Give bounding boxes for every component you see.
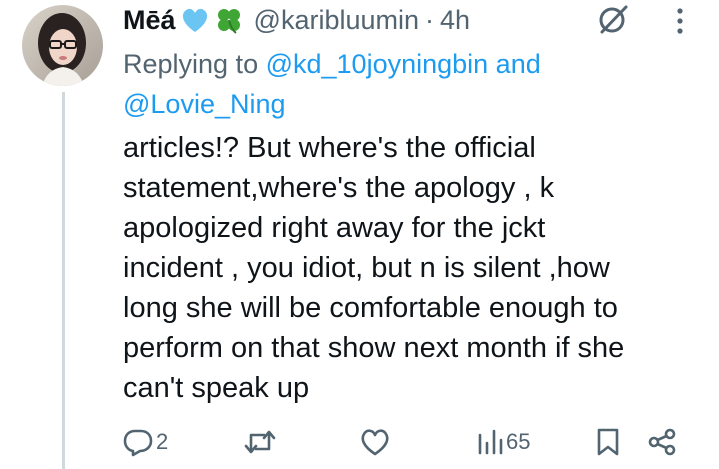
replying-prefix: Replying to	[123, 49, 266, 79]
bookmark-button[interactable]	[595, 424, 621, 460]
views-icon	[478, 429, 503, 455]
reply-icon	[123, 429, 153, 457]
mention-joiner: and	[488, 49, 541, 79]
more-icon[interactable]	[668, 6, 692, 36]
grok-icon[interactable]	[596, 3, 630, 37]
author-name[interactable]: Mēá	[123, 5, 176, 36]
like-icon	[361, 429, 389, 456]
retweet-button[interactable]	[243, 424, 280, 460]
tweet-text-line: can't speak up	[123, 372, 310, 404]
share-icon	[648, 428, 676, 456]
reply-count: 2	[156, 429, 169, 454]
retweet-icon	[244, 430, 276, 454]
tweet-text-line: perform on that show next month if she	[123, 332, 625, 364]
views-button[interactable]: 65	[477, 424, 530, 460]
mention-link[interactable]: @Lovie_Ning	[123, 89, 286, 119]
views-count: 65	[506, 429, 531, 454]
share-button[interactable]	[647, 424, 677, 460]
reply-button[interactable]: 2	[123, 424, 168, 460]
bookmark-icon	[597, 428, 619, 456]
tweet-text: articles!? But where's the official stat…	[123, 128, 703, 408]
replying-to: Replying to @kd_10joyningbin and @Lovie_…	[123, 44, 683, 124]
author-handle[interactable]: @karibluumin	[254, 5, 419, 36]
timestamp[interactable]: 4h	[440, 5, 470, 36]
tweet-text-line: incident , you idiot, but n is silent ,h…	[123, 252, 610, 284]
tweet-text-line: statement,where's the apology , k	[123, 172, 555, 204]
blue-heart-emoji	[180, 6, 210, 34]
action-bar: 2 65	[123, 424, 693, 460]
like-button[interactable]	[359, 424, 394, 460]
tweet-text-line: apologized right away for the jckt	[123, 212, 546, 244]
tweet-header: Mēá @karibluumin · 4h	[123, 2, 470, 38]
tweet-text-line: long she will be comfortable enough to	[123, 292, 618, 324]
separator-dot: ·	[425, 4, 434, 35]
thread-line	[62, 92, 65, 469]
avatar[interactable]	[22, 5, 103, 86]
tweet-text-line: articles!? But where's the official	[123, 132, 536, 164]
four-leaf-clover-emoji	[214, 5, 244, 35]
mention-link[interactable]: @kd_10joyningbin	[266, 49, 489, 79]
